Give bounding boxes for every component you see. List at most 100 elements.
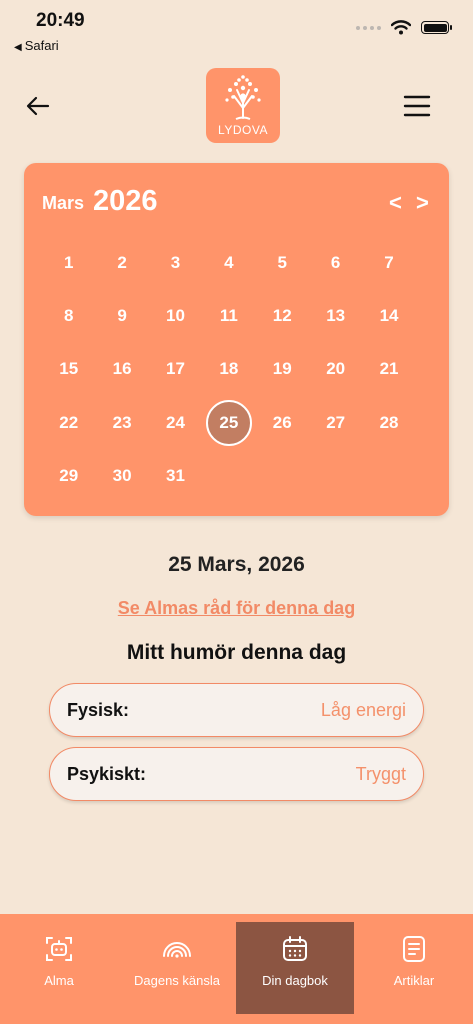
robot-icon <box>46 937 72 961</box>
status-time: 20:49 <box>36 10 85 31</box>
mood-label: Fysisk: <box>67 699 130 720</box>
calendar-day-number: 7 <box>384 252 394 272</box>
logo-text: LYDOVA <box>218 123 268 137</box>
calendar-day-number: 4 <box>224 252 234 272</box>
calendar-day[interactable]: 23 <box>95 396 148 449</box>
calendar-day[interactable]: 18 <box>202 343 255 396</box>
calendar-day[interactable]: 13 <box>309 289 362 342</box>
calendar-day-number: 25 <box>205 399 252 446</box>
calendar-day[interactable]: 1 <box>42 236 95 289</box>
calendar-day[interactable]: 11 <box>202 289 255 342</box>
nav-label: Din dagbok <box>262 973 328 988</box>
calendar-day-number: 6 <box>330 252 341 272</box>
calendar-day-number: 30 <box>112 466 132 486</box>
nav-item-alma[interactable]: Alma <box>0 922 118 1014</box>
calendar-day[interactable]: 7 <box>362 236 415 289</box>
hamburger-menu-icon[interactable] <box>403 94 431 118</box>
calendar-day[interactable]: 29 <box>42 450 95 503</box>
mood-row-mental[interactable]: Psykiskt: Tryggt <box>49 747 424 801</box>
nav-item-dagens-kansla[interactable]: Dagens känsla <box>118 922 236 1014</box>
tree-icon <box>225 75 261 120</box>
calendar-day-number: 21 <box>379 359 399 379</box>
calendar-day[interactable]: 2 <box>95 236 148 289</box>
calendar-day[interactable]: 9 <box>95 289 148 342</box>
app-logo: LYDOVA <box>206 68 280 143</box>
calendar-day-number: 8 <box>63 306 74 326</box>
calendar-day-number: 12 <box>272 306 292 326</box>
mood-value: Tryggt <box>355 763 406 784</box>
mood-value: Låg energi <box>320 699 406 720</box>
calendar-year: 2026 <box>93 185 158 217</box>
calendar-day[interactable]: 19 <box>256 343 309 396</box>
selected-date-heading: 25 Mars, 2026 <box>168 553 305 576</box>
calendar-day[interactable]: 28 <box>362 396 415 449</box>
previous-month-button[interactable]: < <box>389 190 402 216</box>
calendar-day[interactable]: 16 <box>95 343 148 396</box>
calendar-day[interactable]: 31 <box>149 450 202 503</box>
calendar-day-number: 31 <box>166 466 185 486</box>
calendar-day-number: 9 <box>117 306 127 326</box>
calendar-day[interactable]: 21 <box>362 343 415 396</box>
calendar-day-number: 29 <box>59 466 79 486</box>
back-app-label: Safari <box>24 38 59 53</box>
calendar-day-number: 18 <box>219 359 239 379</box>
back-arrow-icon[interactable] <box>24 92 52 120</box>
calendar-day[interactable]: 30 <box>95 450 148 503</box>
calendar-day-number: 20 <box>326 359 346 379</box>
next-month-button[interactable]: > <box>416 190 429 216</box>
calendar-day-number: 2 <box>117 252 127 272</box>
calendar-day[interactable]: 24 <box>149 396 202 449</box>
calendar-day[interactable]: 17 <box>149 343 202 396</box>
mood-gauge-icon <box>163 942 191 958</box>
calendar-day[interactable]: 8 <box>42 289 95 342</box>
wifi-icon <box>391 20 411 35</box>
calendar-day-number: 17 <box>166 359 185 379</box>
calendar-day[interactable]: 5 <box>256 236 309 289</box>
signal-icon <box>356 25 381 30</box>
calendar-card: Mars 2026 < > 1 2 3 4 5 6 7 8 9 10 11 12 13 14 15 16 17 1… <box>24 163 449 516</box>
calendar-day-number: 11 <box>219 306 238 326</box>
nav-label: Dagens känsla <box>134 973 220 988</box>
battery-icon <box>421 21 452 34</box>
calendar-day[interactable]: 15 <box>42 343 95 396</box>
calendar-day-number: 10 <box>166 306 185 326</box>
nav-item-artiklar[interactable]: Artiklar <box>355 922 473 1014</box>
calendar-day-number: 3 <box>170 252 181 272</box>
nav-label: Artiklar <box>393 973 435 988</box>
calendar-day[interactable]: 10 <box>149 289 202 342</box>
alma-advice-link[interactable]: Se Almas råd för denna dag <box>0 598 473 619</box>
nav-label: Alma <box>44 973 74 988</box>
back-triangle-icon: ◀ <box>14 42 22 53</box>
nav-item-din-dagbok[interactable]: Din dagbok <box>236 922 354 1014</box>
calendar-day[interactable]: 4 <box>202 236 255 289</box>
calendar-day[interactable]: 12 <box>256 289 309 342</box>
calendar-day-number: 5 <box>277 252 287 272</box>
calendar-day-grid: 1 2 3 4 5 6 7 8 9 10 11 12 13 14 15 16 17 18 19 20 21 22 23 24 2… <box>42 236 416 503</box>
calendar-day-number: 16 <box>112 359 132 379</box>
diary-screen: 20:49 ◀ Safari LYDOVA Mars 2026 < > 1 2 … <box>0 0 473 1024</box>
calendar-day-number: 24 <box>166 412 185 432</box>
calendar-day[interactable]: 3 <box>149 236 202 289</box>
calendar-day[interactable]: 26 <box>256 396 309 449</box>
calendar-day-number: 19 <box>272 359 292 379</box>
calendar-day[interactable]: 6 <box>309 236 362 289</box>
status-bar: 20:49 ◀ Safari <box>0 0 473 60</box>
calendar-day-number: 14 <box>379 306 399 326</box>
calendar-day[interactable]: 20 <box>309 343 362 396</box>
back-to-app-link[interactable]: ◀ Safari <box>14 38 59 53</box>
calendar-day[interactable]: 27 <box>309 396 362 449</box>
calendar-day-number: 22 <box>59 412 79 432</box>
calendar-day-number: 13 <box>326 306 346 326</box>
calendar-day[interactable]: 22 <box>42 396 95 449</box>
calendar-day-selected[interactable]: 25 <box>202 396 255 449</box>
status-icons <box>356 20 452 35</box>
calendar-day-number: 27 <box>326 412 346 432</box>
calendar-icon <box>283 936 307 961</box>
calendar-day[interactable]: 14 <box>362 289 415 342</box>
mood-row-physical[interactable]: Fysisk: Låg energi <box>49 683 424 737</box>
calendar-day-number: 1 <box>63 252 74 272</box>
calendar-day-number: 23 <box>112 412 132 432</box>
calendar-day-number: 26 <box>272 412 292 432</box>
calendar-month: Mars <box>42 193 85 213</box>
mood-label: Psykiskt: <box>67 763 147 784</box>
